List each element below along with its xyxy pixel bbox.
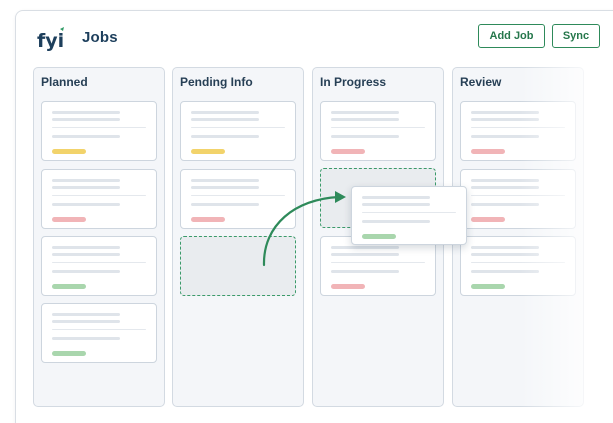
status-tag — [191, 149, 225, 154]
sync-button[interactable]: Sync — [552, 24, 600, 48]
status-tag — [331, 284, 365, 289]
job-card[interactable] — [41, 169, 157, 229]
dragged-job-card[interactable] — [351, 186, 467, 245]
column-title: Planned — [41, 75, 88, 89]
status-tag — [471, 149, 505, 154]
status-tag — [362, 234, 396, 239]
status-tag — [52, 149, 86, 154]
status-tag — [52, 351, 86, 356]
column-title: Pending Info — [180, 75, 253, 89]
status-tag — [471, 217, 505, 222]
job-card[interactable] — [41, 303, 157, 363]
status-tag — [191, 217, 225, 222]
status-tag — [331, 149, 365, 154]
job-card[interactable] — [320, 101, 436, 161]
page-title: Jobs — [82, 29, 118, 46]
job-card[interactable] — [180, 101, 296, 161]
job-card[interactable] — [41, 236, 157, 296]
column-title: In Progress — [320, 75, 387, 89]
status-tag — [471, 284, 505, 289]
add-job-button[interactable]: Add Job — [478, 24, 545, 48]
status-tag — [52, 284, 86, 289]
right-edge-fade — [520, 60, 613, 423]
column-title: Review — [460, 75, 502, 89]
status-tag — [52, 217, 86, 222]
column-planned: Planned — [33, 67, 165, 407]
job-card[interactable] — [41, 101, 157, 161]
drag-arrow-icon — [262, 191, 346, 267]
logo-text: fyi — [37, 30, 64, 52]
fyi-logo-icon: fyi — [37, 27, 64, 52]
